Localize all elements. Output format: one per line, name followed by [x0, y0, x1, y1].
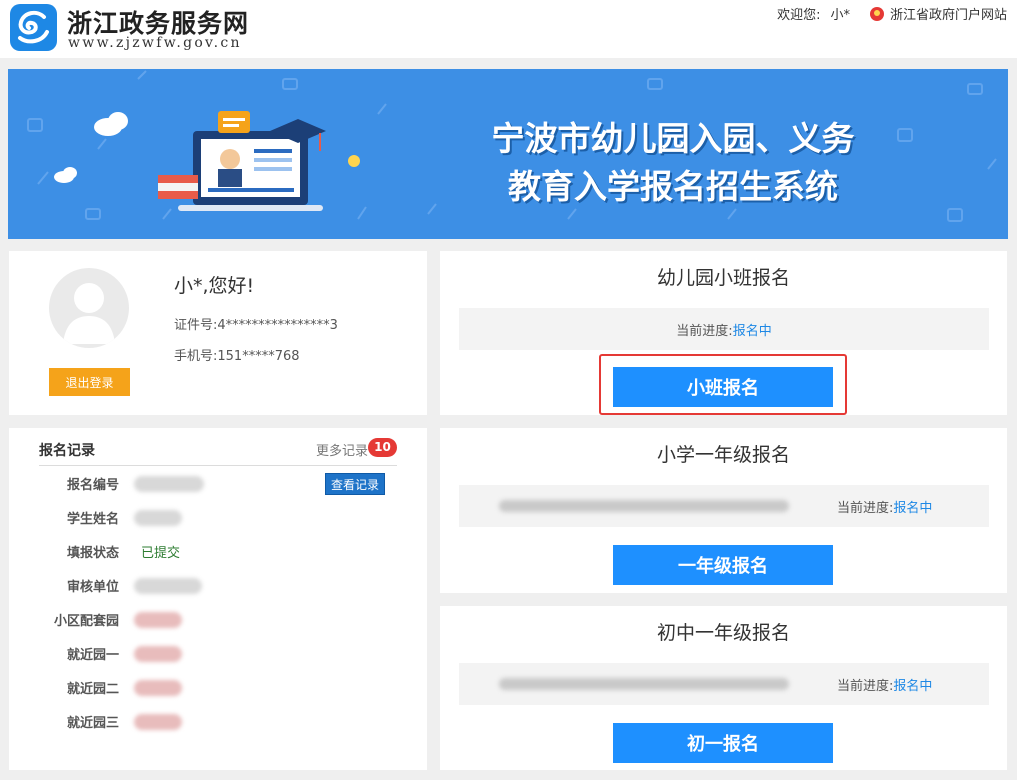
- record-row-nearby-2: 就近园二: [19, 676, 409, 700]
- zjzwfw-logo-icon[interactable]: [10, 4, 57, 51]
- record-label: 就近园三: [66, 716, 119, 731]
- welcome-label: 欢迎您:: [777, 8, 821, 23]
- progress-label: 当前进度:: [837, 679, 894, 694]
- progress-status: 报名中: [732, 324, 772, 339]
- more-records-link[interactable]: 更多记录: [316, 440, 368, 459]
- id-number: 证件号:4****************3: [174, 318, 338, 333]
- progress-label: 当前进度:: [676, 324, 733, 339]
- top-bar: 浙江政务服务网 www.zjzwfw.gov.cn 欢迎您: 小* 浙江省政府门…: [0, 0, 1017, 58]
- phone-number: 手机号:151*****768: [174, 349, 300, 364]
- national-emblem-icon: [869, 6, 884, 21]
- record-label: 就近园一: [66, 648, 119, 663]
- progress-box: 当前进度:报名中: [459, 308, 989, 350]
- redacted-time-range: [499, 500, 789, 512]
- redacted-value: [134, 646, 182, 662]
- record-row-status: 填报状态 已提交: [19, 540, 409, 564]
- top-right-nav: 欢迎您: 小* 浙江省政府门户网站: [777, 4, 1007, 23]
- record-row-student: 学生姓名: [19, 506, 409, 530]
- records-count-badge: 10: [368, 438, 397, 457]
- kindergarten-register-button[interactable]: 小班报名: [613, 367, 833, 407]
- card-title: 初中一年级报名: [656, 622, 790, 644]
- record-label: 学生姓名: [66, 512, 119, 527]
- redacted-value: [134, 714, 182, 730]
- card-title: 幼儿园小班报名: [656, 267, 790, 289]
- redacted-value: [134, 680, 182, 696]
- record-status-value: 已提交: [141, 546, 181, 561]
- progress-text: 当前进度:报名中: [459, 320, 989, 339]
- records-panel: 报名记录 更多记录 10 报名编号 查看记录 学生姓名 填报状态 已提交 审核单…: [9, 428, 427, 770]
- record-label: 审核单位: [66, 580, 119, 595]
- portal-link[interactable]: 浙江省政府门户网站: [890, 4, 1007, 23]
- greeting: 小*,您好!: [174, 275, 255, 297]
- record-row-nearby-3: 就近园三: [19, 710, 409, 734]
- divider: [39, 465, 397, 466]
- progress-box: 当前进度:报名中: [459, 485, 989, 527]
- record-label: 填报状态: [66, 546, 119, 561]
- junior1-register-button[interactable]: 初一报名: [613, 723, 833, 763]
- progress-status: 报名中: [893, 679, 933, 694]
- banner-title-line1: 宁波市幼儿园入园、义务: [491, 119, 855, 158]
- banner-title: 宁波市幼儿园入园、义务 教育入学报名招生系统: [453, 115, 893, 211]
- primary-registration-card: 小学一年级报名 当前进度:报名中 一年级报名: [440, 428, 1007, 593]
- avatar: [49, 268, 129, 348]
- progress-text: 当前进度:报名中: [837, 497, 932, 516]
- redacted-value: [134, 578, 202, 594]
- progress-text: 当前进度:报名中: [837, 675, 932, 694]
- banner: 宁波市幼儿园入园、义务 教育入学报名招生系统: [8, 69, 1008, 239]
- record-label: 报名编号: [66, 478, 119, 493]
- progress-box: 当前进度:报名中: [459, 663, 989, 705]
- profile-panel: 退出登录 小*,您好! 证件号:4****************3 手机号:1…: [9, 251, 427, 415]
- record-row-community-kindergarten: 小区配套园: [19, 608, 409, 632]
- record-label: 就近园二: [66, 682, 119, 697]
- record-label: 小区配套园: [53, 614, 119, 629]
- redacted-value: [134, 612, 182, 628]
- redacted-time-range: [499, 678, 789, 690]
- redacted-value: [134, 510, 182, 526]
- kindergarten-registration-card: 幼儿园小班报名 当前进度:报名中 小班报名: [440, 251, 1007, 415]
- site-url: www.zjzwfw.gov.cn: [68, 35, 242, 51]
- banner-title-line2: 教育入学报名招生系统: [508, 167, 838, 206]
- record-row-reviewer: 审核单位: [19, 574, 409, 598]
- progress-status: 报名中: [893, 501, 933, 516]
- logout-button[interactable]: 退出登录: [49, 368, 130, 396]
- view-record-button[interactable]: 查看记录: [325, 473, 385, 495]
- grade1-register-button[interactable]: 一年级报名: [613, 545, 833, 585]
- card-title: 小学一年级报名: [656, 444, 790, 466]
- junior-registration-card: 初中一年级报名 当前进度:报名中 初一报名: [440, 606, 1007, 770]
- records-title: 报名记录: [39, 443, 95, 459]
- redacted-value: [134, 476, 204, 492]
- user-silhouette-icon: [63, 283, 115, 344]
- progress-label: 当前进度:: [837, 501, 894, 516]
- username: 小*: [830, 8, 850, 23]
- record-row-nearby-1: 就近园一: [19, 642, 409, 666]
